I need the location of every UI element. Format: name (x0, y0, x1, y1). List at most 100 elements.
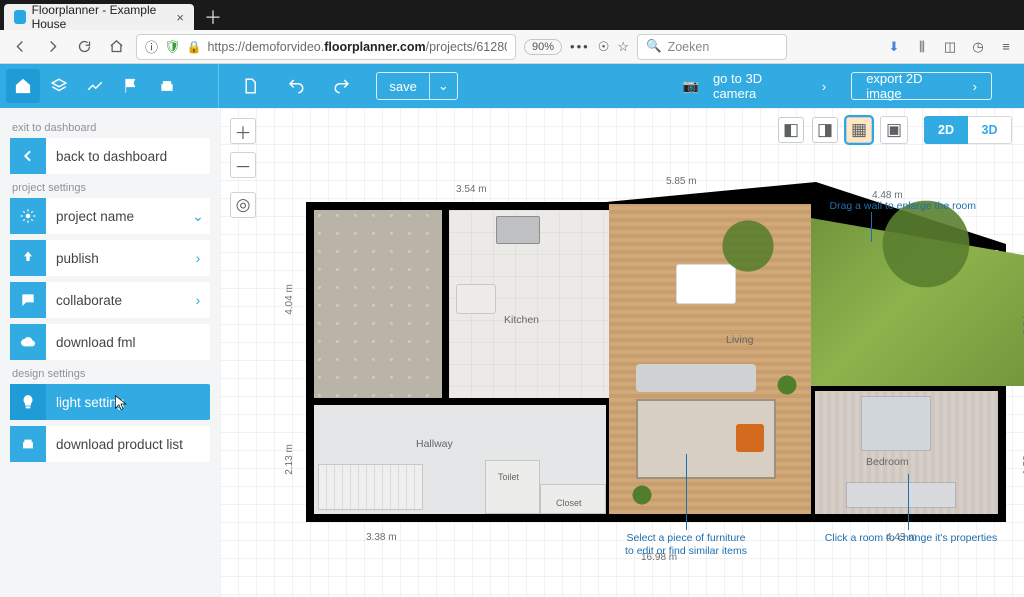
browser-back-button[interactable] (8, 35, 32, 59)
hint-click: Click a room to change it's properties (806, 532, 1016, 545)
hint-line (908, 474, 909, 530)
cloud-download-icon (10, 324, 46, 360)
lock-icon: 🔒 (187, 40, 202, 54)
furniture-plant[interactable] (776, 374, 798, 396)
canvas-tools-right: ◧ ◨ ▦ ▣ 2D 3D (778, 116, 1012, 144)
browser-tab[interactable]: Floorplanner - Example House × (4, 4, 194, 30)
workspace: exit to dashboard back to dashboard proj… (0, 108, 1024, 597)
texture-option-3[interactable]: ▦ (846, 117, 872, 143)
view-toggle: 2D 3D (924, 116, 1012, 144)
extension-icon[interactable]: ◷ (968, 37, 988, 57)
file-icon[interactable] (233, 69, 267, 103)
label-bedroom: Bedroom (866, 456, 909, 468)
export-2d-button[interactable]: export 2D image › (851, 72, 992, 100)
furniture-wardrobe[interactable] (846, 482, 956, 508)
save-button[interactable]: save (377, 73, 428, 99)
address-bar[interactable]: ⓘ 🛡︎ 🔒 https://demoforvideo.floorplanner… (136, 34, 516, 60)
dim-top-1: 3.54 m (456, 184, 487, 195)
label-closet: Closet (556, 498, 582, 508)
page-actions-icon[interactable]: ••• (570, 39, 590, 54)
sidebar-item-download-fml[interactable]: download fml (10, 324, 210, 360)
browser-forward-button[interactable] (40, 35, 64, 59)
furniture-tree[interactable] (713, 216, 783, 276)
menu-icon[interactable]: ≡ (996, 37, 1016, 57)
save-button-group: save ⌄ (376, 72, 457, 100)
mouse-cursor-icon (114, 395, 128, 413)
close-tab-icon[interactable]: × (176, 10, 184, 25)
sidebar-item-publish[interactable]: publish › (10, 240, 210, 276)
dim-top-2: 5.85 m (666, 176, 697, 187)
camera-top-button[interactable]: ▣ (880, 116, 908, 144)
furniture-stairs[interactable] (318, 464, 423, 510)
hint-select: Select a piece of furniture to edit or f… (596, 532, 776, 558)
sidebar-item-project-name[interactable]: project name ⌄ (10, 198, 210, 234)
zoom-in-button[interactable]: ＋ (230, 118, 256, 144)
label-living: Living (726, 334, 753, 346)
dim-bot-1: 3.38 m (366, 532, 397, 543)
address-url: https://demoforvideo.floorplanner.com/pr… (207, 40, 507, 54)
library-icon[interactable]: ⫼ (912, 37, 932, 57)
sidebar-item-back[interactable]: back to dashboard (10, 138, 210, 174)
sidebar-icon[interactable]: ◫ (940, 37, 960, 57)
new-tab-button[interactable]: ＋ (194, 4, 232, 30)
furniture-bed[interactable] (861, 396, 931, 451)
chat-icon (10, 282, 46, 318)
texture-option-2[interactable]: ◨ (812, 117, 838, 143)
pin-icon[interactable]: ☉ (598, 39, 610, 55)
dim-left-1: 4.04 m (284, 284, 295, 315)
download-icon[interactable]: ⬇ (884, 37, 904, 57)
upload-icon (10, 240, 46, 276)
browser-toolbar: ⓘ 🛡︎ 🔒 https://demoforvideo.floorplanner… (0, 30, 1024, 64)
bookmark-icon[interactable]: ☆ (617, 39, 629, 55)
canvas[interactable]: ＋ － ◎ ◧ ◨ ▦ ▣ 2D 3D (220, 108, 1024, 597)
sidebar-item-download-products[interactable]: download product list (10, 426, 210, 462)
sidebar: exit to dashboard back to dashboard proj… (0, 108, 220, 597)
label-kitchen: Kitchen (504, 314, 539, 326)
tool-build-icon[interactable] (78, 69, 112, 103)
search-icon: 🔍 (646, 39, 662, 54)
furniture-sink[interactable] (456, 284, 496, 314)
zoom-out-button[interactable]: － (230, 152, 256, 178)
hint-line (686, 454, 687, 530)
undo-icon[interactable] (279, 69, 313, 103)
furniture-stove[interactable] (496, 216, 540, 244)
browser-reload-button[interactable] (72, 35, 96, 59)
browser-tab-strip: Floorplanner - Example House × ＋ (0, 0, 1024, 30)
info-icon[interactable]: ⓘ (145, 37, 158, 56)
furniture-sofa[interactable] (636, 364, 756, 392)
shield-icon[interactable]: 🛡︎ (164, 39, 181, 55)
tool-flag-icon[interactable] (114, 69, 148, 103)
dim-left-2: 2.13 m (284, 444, 295, 475)
tool-furniture-icon[interactable] (150, 69, 184, 103)
redo-icon[interactable] (325, 69, 359, 103)
furniture-plant[interactable] (631, 484, 653, 506)
tab-title: Floorplanner - Example House (32, 3, 167, 31)
room-patio[interactable] (314, 210, 442, 398)
label-toilet: Toilet (498, 472, 519, 482)
sidebar-item-light-setting[interactable]: light setting (10, 384, 210, 420)
browser-search[interactable]: 🔍 Zoeken (637, 34, 787, 60)
room-toilet[interactable] (485, 460, 540, 514)
hint-drag: Drag a wall to enlarge the room (776, 200, 976, 213)
furniture-armchair[interactable] (736, 424, 764, 452)
tool-home-icon[interactable] (6, 69, 40, 103)
center-view-button[interactable]: ◎ (230, 192, 256, 218)
sidebar-item-collaborate[interactable]: collaborate › (10, 282, 210, 318)
view-3d-button[interactable]: 3D (968, 116, 1012, 144)
texture-option-1[interactable]: ◧ (778, 117, 804, 143)
gear-icon (10, 198, 46, 234)
save-dropdown-button[interactable]: ⌄ (429, 73, 457, 99)
chevron-right-icon: › (822, 79, 826, 94)
go-to-3d-button[interactable]: 📷 go to 3D camera › (670, 72, 839, 100)
tool-layers-icon[interactable] (42, 69, 76, 103)
floor-plan[interactable]: Kitchen Living Hallway Toilet Closet Bed… (306, 154, 1006, 574)
lightbulb-icon (10, 384, 46, 420)
chevron-down-icon: ⌄ (186, 208, 210, 225)
view-2d-button[interactable]: 2D (924, 116, 968, 144)
label-hallway: Hallway (416, 438, 453, 450)
chevron-right-icon: › (186, 250, 210, 266)
browser-home-button[interactable] (104, 35, 128, 59)
zoom-level[interactable]: 90% (524, 39, 562, 55)
chevron-left-icon (10, 138, 46, 174)
search-placeholder: Zoeken (668, 40, 710, 54)
